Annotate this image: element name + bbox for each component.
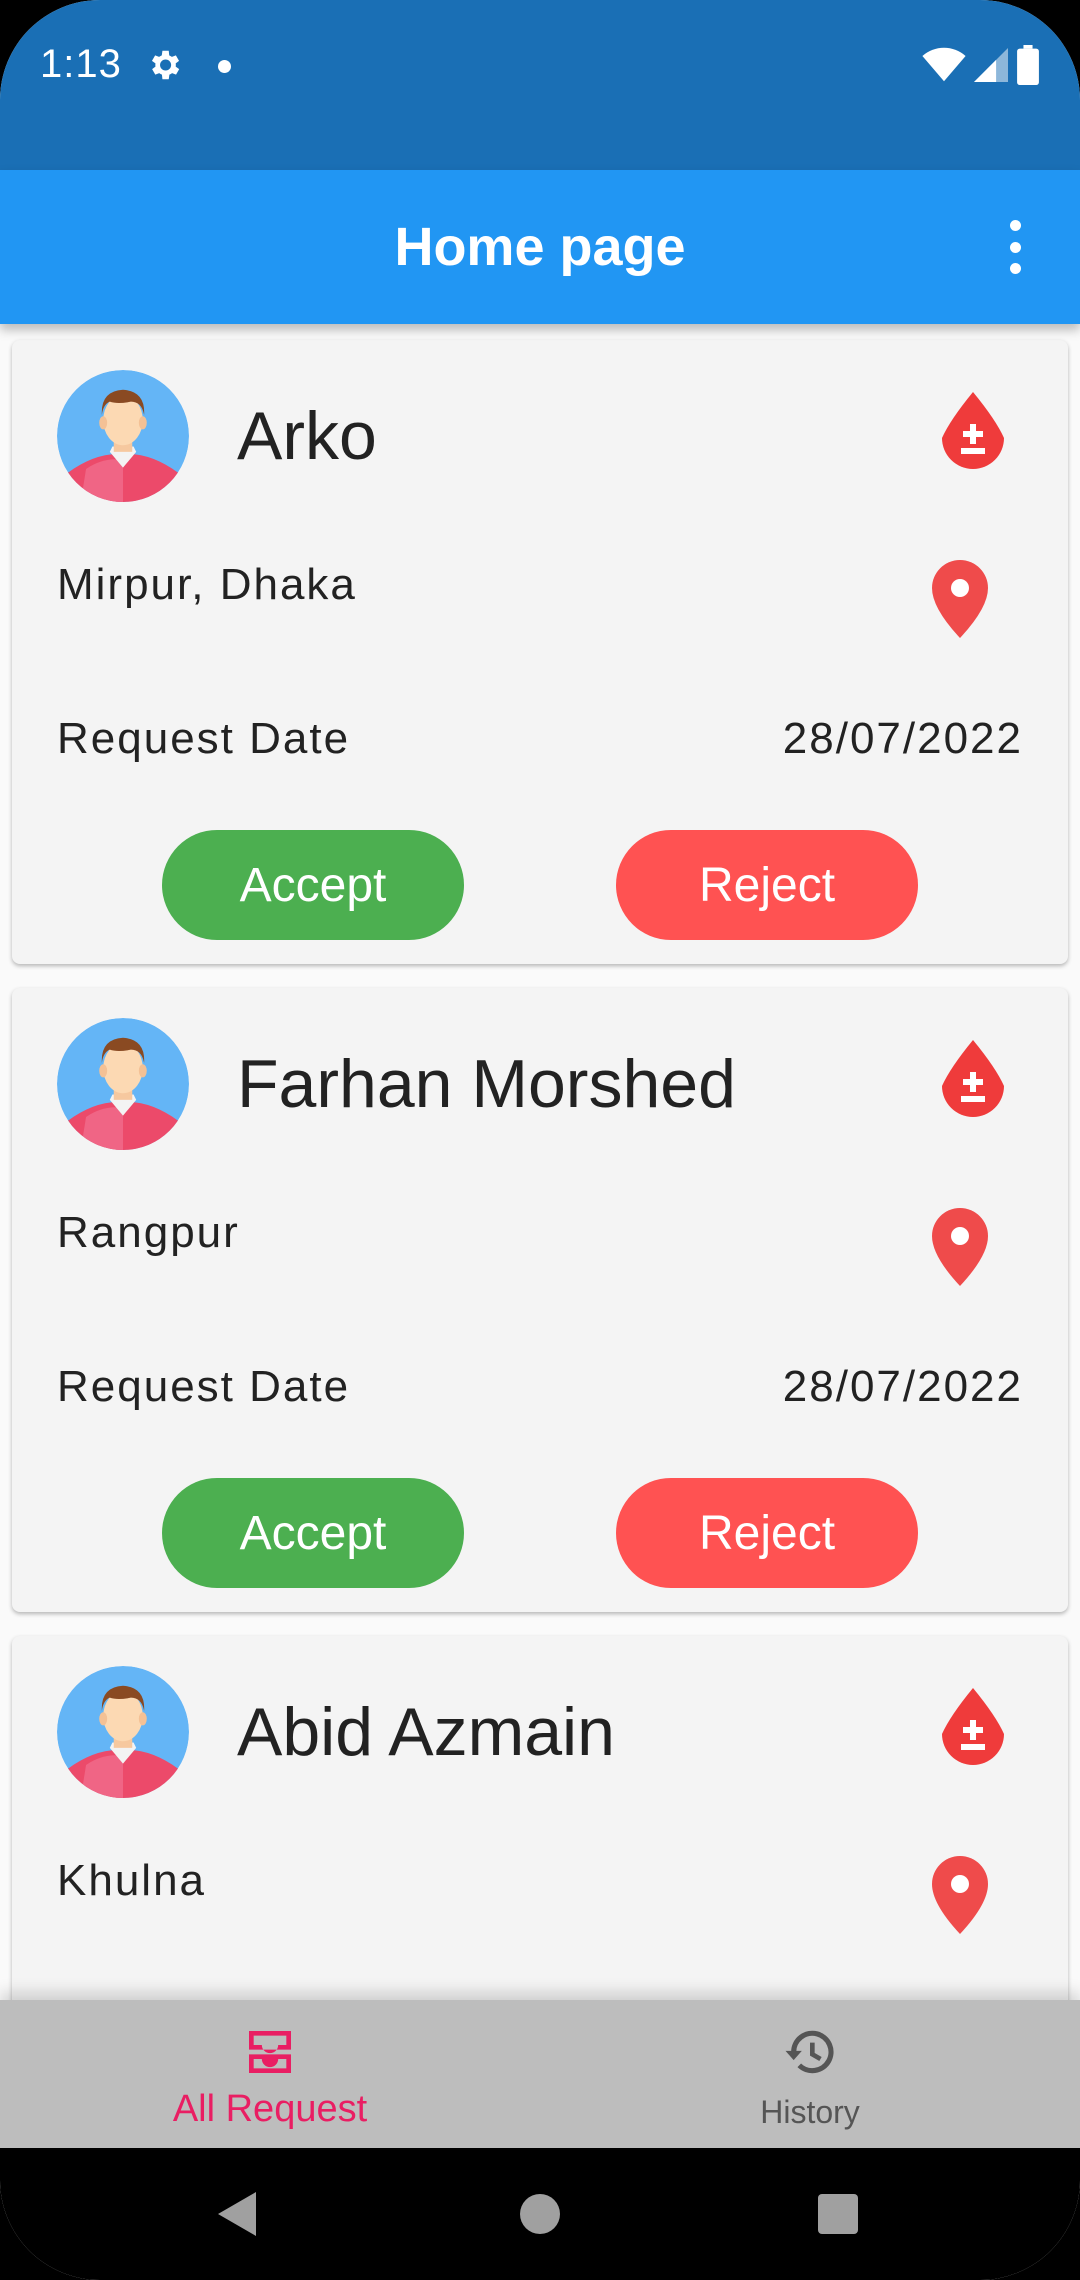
history-icon <box>785 2030 834 2074</box>
status-icons <box>922 44 1040 86</box>
wifi-icon <box>922 47 966 82</box>
avatar-icon <box>57 1666 189 1798</box>
request-date-value: 28/07/2022 <box>782 714 1023 763</box>
nav-label-all-request: All Request <box>172 2088 368 2130</box>
nav-item-all-request[interactable]: All Request <box>0 2000 540 2148</box>
donor-name: Farhan Morshed <box>237 1046 736 1122</box>
status-time: 1:13 <box>40 42 122 86</box>
request-date-value: 28/07/2022 <box>782 1362 1023 1411</box>
request-date-label: Request Date <box>57 714 351 763</box>
location-pin-icon[interactable] <box>930 1854 990 1936</box>
system-nav-bar <box>0 2148 1080 2280</box>
location-text: Mirpur, Dhaka <box>57 560 357 609</box>
location-pin-icon[interactable] <box>930 558 990 640</box>
notification-dot-icon <box>218 60 231 73</box>
blood-drop-icon <box>942 392 1004 469</box>
location-pin-icon[interactable] <box>930 1206 990 1288</box>
blood-drop-icon <box>942 1040 1004 1117</box>
back-icon[interactable] <box>218 2192 256 2236</box>
more-vert-icon[interactable] <box>990 220 1040 274</box>
donor-name: Abid Azmain <box>237 1694 615 1770</box>
home-icon[interactable] <box>520 2194 560 2234</box>
nav-label-history: History <box>760 2094 860 2130</box>
nav-item-history[interactable]: History <box>540 2000 1080 2148</box>
donor-name: Arko <box>237 398 377 474</box>
request-list[interactable]: Arko Mirpur, Dhaka Request Date 28/07/20… <box>0 324 1080 2004</box>
app-bar: Home page <box>0 170 1080 324</box>
request-card: Arko Mirpur, Dhaka Request Date 28/07/20… <box>12 340 1068 964</box>
recent-apps-icon[interactable] <box>818 2194 858 2234</box>
request-date-label: Request Date <box>57 1362 351 1411</box>
bottom-navigation: All Request History <box>0 2000 1080 2148</box>
blood-drop-icon <box>942 1688 1004 1765</box>
status-bar: 1:13 <box>0 0 1080 170</box>
accept-button[interactable]: Accept <box>162 1478 464 1588</box>
accept-button[interactable]: Accept <box>162 830 464 940</box>
page-title: Home page <box>394 217 686 277</box>
request-card: Abid Azmain Khulna <box>12 1636 1068 2004</box>
signal-icon <box>974 48 1008 82</box>
battery-icon <box>1017 45 1039 85</box>
inbox-icon <box>249 2031 291 2073</box>
avatar-icon <box>57 1018 189 1150</box>
phone-screen: 1:13 Home page Arko Mirpur, Dhaka Reques… <box>0 0 1080 2280</box>
reject-button[interactable]: Reject <box>616 1478 918 1588</box>
request-card: Farhan Morshed Rangpur Request Date 28/0… <box>12 988 1068 1612</box>
location-text: Rangpur <box>57 1208 240 1257</box>
avatar-icon <box>57 370 189 502</box>
reject-button[interactable]: Reject <box>616 830 918 940</box>
location-text: Khulna <box>57 1856 207 1905</box>
gear-icon <box>151 50 180 80</box>
